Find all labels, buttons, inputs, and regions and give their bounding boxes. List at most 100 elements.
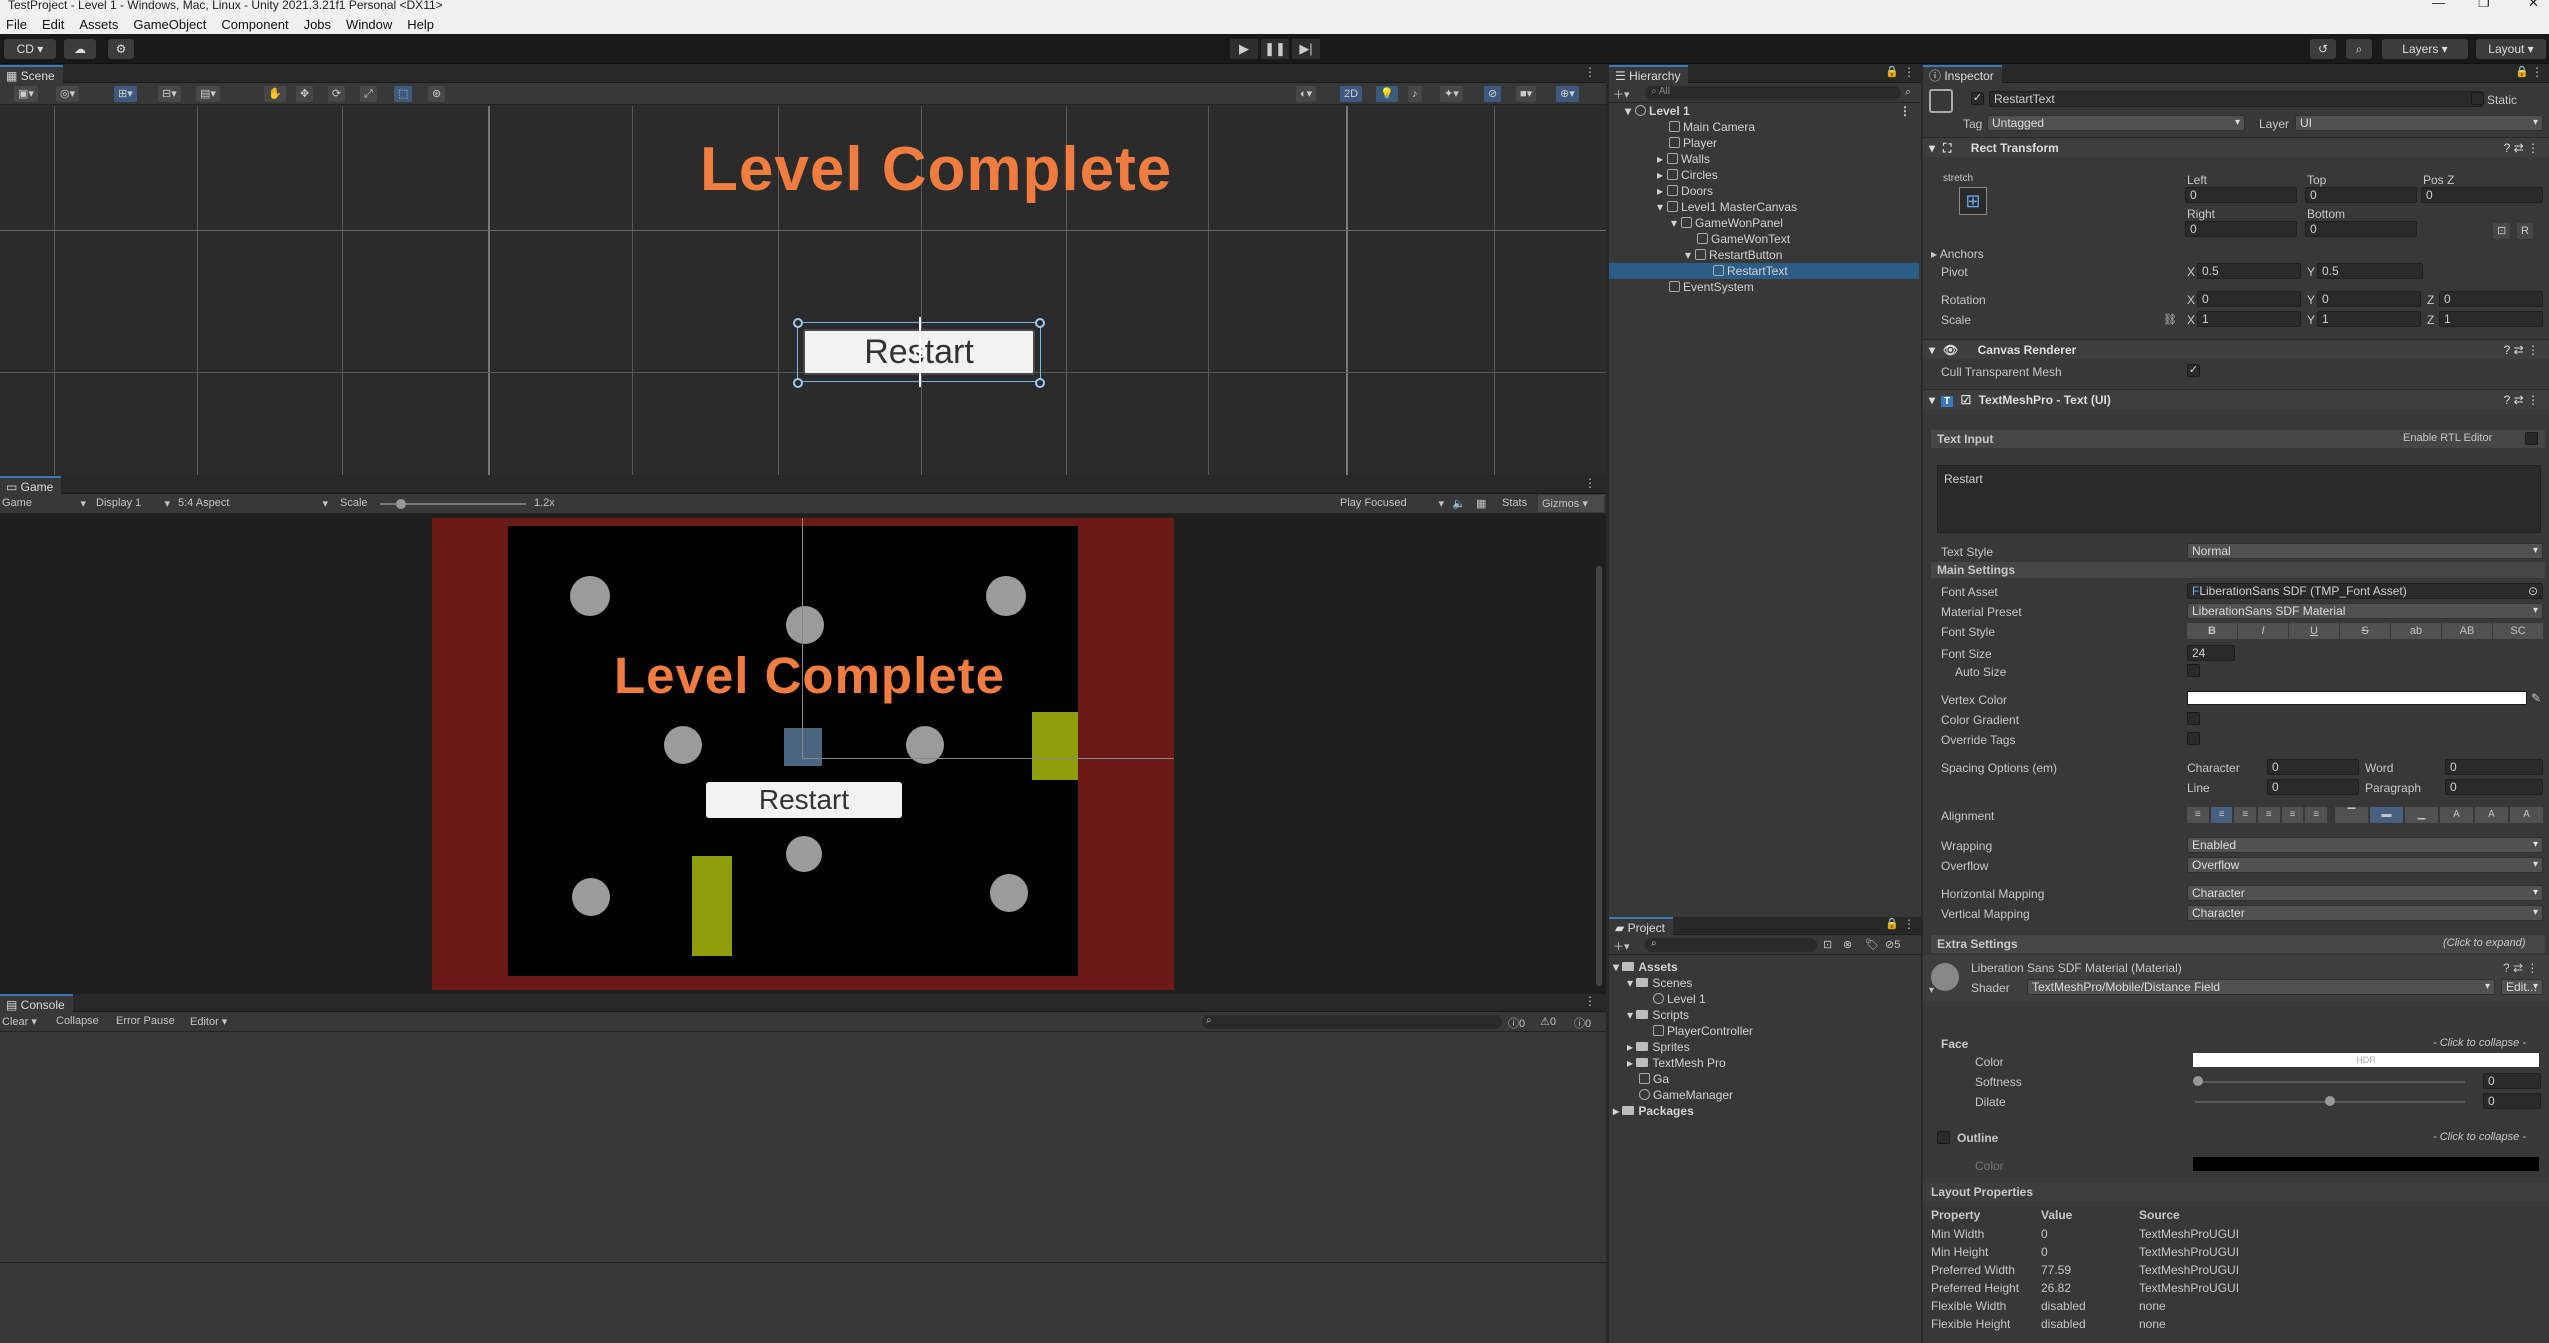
auto-size-checkbox[interactable]	[2187, 664, 2200, 677]
hierarchy-item-level1[interactable]: ▾ Level 1 ⋮	[1609, 103, 1919, 119]
pivot-handle[interactable]	[914, 346, 926, 358]
softness-slider[interactable]	[2195, 1081, 2465, 1083]
smallcaps-button[interactable]: SC	[2493, 623, 2543, 639]
layout-properties-header[interactable]: Layout Properties	[1923, 1183, 2549, 1201]
project-item-ga[interactable]: Ga	[1639, 1071, 1669, 1087]
gizmos-button[interactable]: Gizmos ▾	[1538, 495, 1604, 512]
tab-scene[interactable]: ▦ Scene	[0, 65, 63, 83]
scale-y-field[interactable]: 1	[2317, 311, 2421, 327]
align-geometry-icon[interactable]: ≡	[2305, 807, 2328, 823]
hierarchy-item-main-camera[interactable]: Main Camera	[1609, 119, 1919, 135]
right-field[interactable]: 0	[2185, 221, 2297, 237]
lock-icon[interactable]: 🔒	[2515, 65, 2529, 78]
filter-icon[interactable]: ⊗	[1843, 938, 1852, 951]
mute-audio-icon[interactable]: 🔈	[1452, 497, 1466, 510]
project-item-scripts[interactable]: ▾ Scripts	[1627, 1007, 1689, 1023]
bottom-field[interactable]: 0	[2305, 221, 2417, 237]
layers-dropdown[interactable]: Layers ▾	[2382, 39, 2468, 59]
hierarchy-item-mastercanvas[interactable]: ▾ Level1 MasterCanvas	[1609, 199, 1919, 215]
display-dropdown[interactable]: Display 1 ▾	[96, 497, 170, 510]
game-restart-button[interactable]: Restart	[706, 782, 902, 818]
outline-checkbox[interactable]	[1937, 1131, 1950, 1144]
vertex-color-swatch[interactable]	[2187, 691, 2527, 705]
lighting-icon[interactable]: 💡	[1376, 86, 1398, 102]
kebab-menu-icon[interactable]: ⋮	[2531, 65, 2543, 79]
dilate-field[interactable]: 0	[2483, 1093, 2541, 1109]
aspect-dropdown[interactable]: 5:4 Aspect ▾	[178, 497, 328, 510]
align-top-icon[interactable]: ▔	[2335, 807, 2368, 823]
gizmos-icon[interactable]: ⊕▾	[1556, 86, 1579, 102]
tag-icon[interactable]: 🏷	[1865, 938, 1879, 951]
align-baseline-icon[interactable]: A	[2440, 807, 2473, 823]
tag-dropdown[interactable]: Untagged	[1987, 115, 2245, 131]
posz-field[interactable]: 0	[2421, 187, 2543, 203]
cull-mesh-checkbox[interactable]: ✓	[2187, 364, 2200, 377]
grid-snap-icon[interactable]: ⊞▾	[114, 86, 137, 102]
menu-component[interactable]: Component	[221, 17, 288, 32]
layout-dropdown[interactable]: Layout ▾	[2476, 39, 2546, 59]
tab-console[interactable]: ▤ Console	[0, 994, 73, 1012]
collab-icon[interactable]: ⚙	[108, 39, 134, 59]
top-field[interactable]: 0	[2305, 187, 2417, 203]
align-flush-icon[interactable]: ≡	[2281, 807, 2304, 823]
material-header[interactable]: Liberation Sans SDF Material (Material) …	[1923, 955, 2549, 1001]
align-left-icon[interactable]: ≡	[2187, 807, 2209, 823]
material-foldout[interactable]: ▾	[1929, 985, 1934, 996]
hierarchy-item-gamewonpanel[interactable]: ▾ GameWonPanel	[1609, 215, 1919, 231]
line-spacing-field[interactable]: 0	[2267, 779, 2359, 795]
blueprint-mode-icon[interactable]: ⊡	[2493, 223, 2511, 239]
hierarchy-item-doors[interactable]: ▸ Doors	[1609, 183, 1919, 199]
scale-x-field[interactable]: 1	[2197, 311, 2301, 327]
softness-field[interactable]: 0	[2483, 1073, 2541, 1089]
menu-assets[interactable]: Assets	[79, 17, 118, 32]
character-spacing-field[interactable]: 0	[2267, 759, 2359, 775]
pivot-y-field[interactable]: 0.5	[2317, 263, 2423, 279]
tab-inspector[interactable]: ⓘ Inspector	[1923, 65, 2002, 83]
kebab-menu-icon[interactable]: ⋮	[1584, 994, 1596, 1008]
menu-file[interactable]: File	[6, 17, 27, 32]
pause-button[interactable]: ❚❚	[1261, 39, 1289, 59]
play-focused-dropdown[interactable]: Play Focused ▾	[1340, 497, 1444, 510]
align-center-icon[interactable]: ≡	[2210, 807, 2233, 823]
extra-settings-header[interactable]: Extra Settings (Click to expand)	[1931, 935, 2545, 953]
tab-project[interactable]: ▰ Project	[1609, 917, 1673, 935]
transform-tool-icon[interactable]: ⊛	[428, 86, 446, 102]
resolution-icon[interactable]: ▦	[1476, 497, 1486, 510]
game-mode-dropdown[interactable]: Game ▾	[2, 497, 86, 510]
override-tags-checkbox[interactable]	[2187, 732, 2200, 745]
anchors-foldout[interactable]: ▸ Anchors	[1931, 247, 1984, 261]
object-name-field[interactable]: RestartText	[1989, 91, 2483, 107]
kebab-menu-icon[interactable]: ⋮	[1584, 476, 1596, 490]
anchor-handle-tl[interactable]	[793, 318, 803, 328]
word-spacing-field[interactable]: 0	[2445, 759, 2543, 775]
paragraph-spacing-field[interactable]: 0	[2445, 779, 2543, 795]
overflow-dropdown[interactable]: Overflow	[2187, 857, 2543, 873]
tmp-header[interactable]: ▾ T ☑ TextMeshPro - Text (UI) ? ⇄ ⋮	[1923, 389, 2549, 409]
pivot-x-field[interactable]: 0.5	[2197, 263, 2301, 279]
collapse-button[interactable]: Collapse	[56, 1015, 99, 1027]
close-icon[interactable]: ✕	[2528, 0, 2539, 9]
project-item-packages[interactable]: ▸ Packages	[1613, 1103, 1694, 1119]
layer-dropdown[interactable]: UI	[2295, 115, 2543, 131]
tab-game[interactable]: ▭ Game	[0, 476, 62, 494]
warning-count[interactable]: ⚠0	[1540, 1015, 1556, 1028]
mode-2d-button[interactable]: 2D	[1340, 86, 1363, 102]
menu-window[interactable]: Window	[346, 17, 392, 32]
strikethrough-button[interactable]: S	[2340, 623, 2390, 639]
scale-z-field[interactable]: 1	[2439, 311, 2543, 327]
align-middle-icon[interactable]: ▬	[2370, 807, 2403, 823]
hidden-count-icon[interactable]: ⊘5	[1885, 938, 1900, 951]
hierarchy-item-walls[interactable]: ▸ Walls	[1609, 151, 1919, 167]
scene-level-complete-text[interactable]: Level Complete	[700, 134, 1172, 205]
dilate-slider-thumb[interactable]	[2325, 1096, 2335, 1106]
align-capline-icon[interactable]: A	[2510, 807, 2543, 823]
search-type-icon[interactable]: ⊡	[1823, 938, 1832, 951]
text-input-area[interactable]: Restart	[1937, 465, 2541, 533]
anchor-handle-tr[interactable]	[1035, 318, 1045, 328]
rtl-checkbox[interactable]	[2525, 432, 2538, 445]
color-gradient-checkbox[interactable]	[2187, 712, 2200, 725]
left-field[interactable]: 0	[2185, 187, 2297, 203]
align-right-icon[interactable]: ≡	[2234, 807, 2257, 823]
menu-help[interactable]: Help	[407, 17, 434, 32]
clear-button[interactable]: Clear ▾	[2, 1015, 37, 1028]
